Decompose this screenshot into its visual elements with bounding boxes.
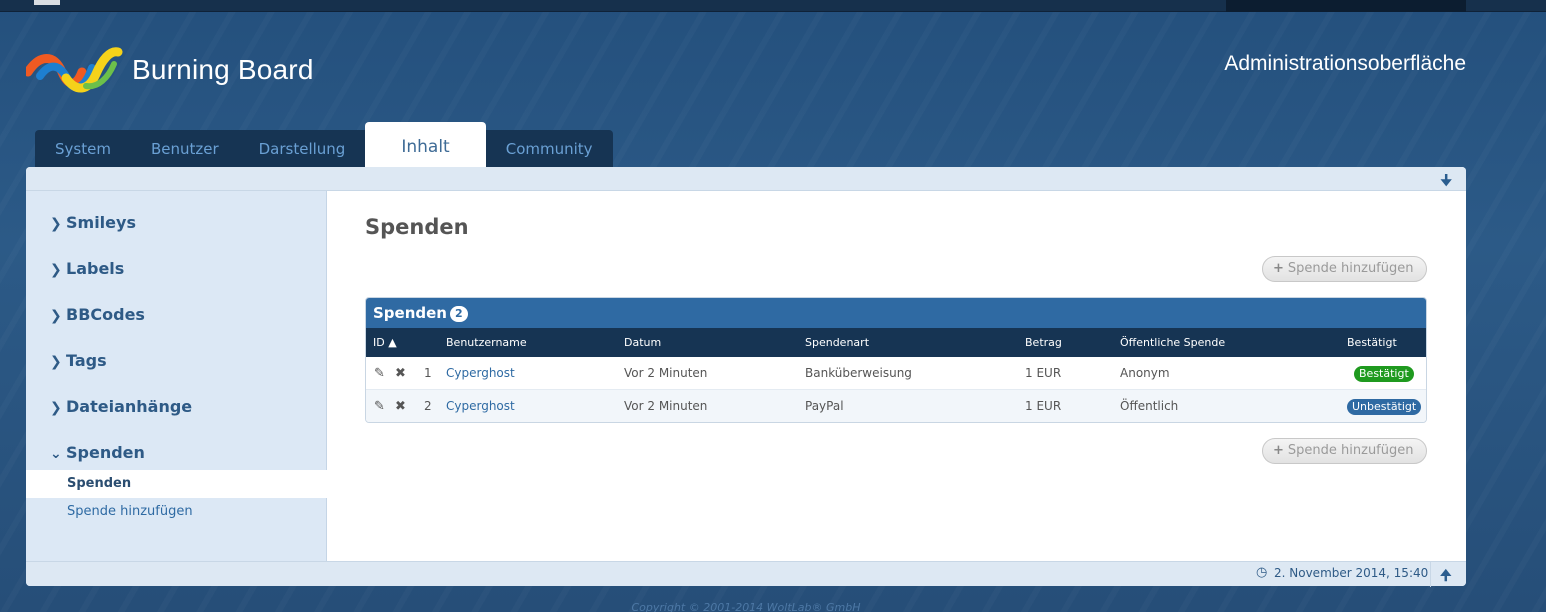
table-caption-label: Spenden [373, 304, 447, 322]
tab-system[interactable]: System [35, 130, 131, 167]
status-badge[interactable]: Bestätigt [1354, 366, 1414, 382]
plus-icon: + [1273, 443, 1284, 458]
column-header-id[interactable]: ID ▲ [373, 328, 397, 357]
cell-amount: 1 EUR [1025, 399, 1062, 413]
arrow-down-icon[interactable]: 🠋 [1440, 170, 1452, 194]
search-box[interactable] [1226, 0, 1466, 12]
cell-public: Öffentlich [1120, 399, 1179, 413]
donations-table: Spenden 2 ID ▲ Benutzername Datum Spenden… [365, 297, 1427, 423]
chevron-right-icon: ❯ [50, 400, 62, 416]
pencil-icon[interactable]: ✎ [374, 357, 385, 390]
logo-mark-icon [26, 47, 123, 93]
chevron-right-icon: ❯ [50, 262, 62, 278]
cross-icon[interactable]: ✖ [395, 390, 406, 422]
sidebar-item-label: Labels [66, 259, 125, 278]
cross-icon[interactable]: ✖ [395, 357, 406, 390]
copyright[interactable]: Copyright © 2001-2014 WoltLab® GmbH [0, 601, 1492, 612]
sidebar-item-smileys[interactable]: ❯ Smileys [50, 213, 136, 235]
sidebar-subitem-spenden[interactable]: Spenden [26, 470, 327, 498]
cell-amount: 1 EUR [1025, 366, 1062, 380]
top-bar [0, 0, 1546, 12]
sidebar-item-spenden[interactable]: ⌄ Spenden [50, 443, 145, 465]
column-header-betrag[interactable]: Betrag [1025, 328, 1062, 357]
cell-date: Vor 2 Minuten [624, 399, 708, 413]
column-header-datum[interactable]: Datum [624, 328, 661, 357]
sidebar-item-dateianhaenge[interactable]: ❯ Dateianhänge [50, 397, 192, 419]
chevron-right-icon: ❯ [50, 308, 62, 324]
sidebar-item-label: BBCodes [66, 305, 145, 324]
column-header-benutzername[interactable]: Benutzername [446, 328, 527, 357]
timestamp: 2. November 2014, 15:40 [1274, 566, 1429, 580]
cell-type: PayPal [805, 399, 844, 413]
cell-public: Anonym [1120, 366, 1170, 380]
sidebar-subitem-spende-hinzufuegen[interactable]: Spende hinzufügen [26, 498, 327, 526]
table-row: ✎ ✖ 2 Cyperghost Vor 2 Minuten PayPal 1 … [366, 390, 1426, 422]
cell-id: 2 [424, 399, 432, 413]
sidebar-item-labels[interactable]: ❯ Labels [50, 259, 124, 281]
tab-inhalt[interactable]: Inhalt [365, 122, 486, 167]
sidebar-item-label: Smileys [66, 213, 136, 232]
add-donation-button-label: Spende hinzufügen [1287, 443, 1414, 458]
clock-icon: ◷ [1256, 565, 1268, 580]
column-header-oeffentliche-spende[interactable]: Öffentliche Spende [1120, 328, 1225, 357]
pencil-icon[interactable]: ✎ [374, 390, 385, 422]
cell-user-link[interactable]: Cyperghost [446, 390, 515, 422]
logo[interactable]: Burning Board [26, 42, 346, 96]
chevron-right-icon: ❯ [50, 216, 62, 232]
add-donation-button[interactable]: + Spende hinzufügen [1262, 256, 1427, 282]
cell-date: Vor 2 Minuten [624, 366, 708, 380]
sidebar-item-tags[interactable]: ❯ Tags [50, 351, 107, 373]
column-header-bestaetigt[interactable]: Bestätigt [1347, 328, 1397, 357]
count-badge: 2 [449, 305, 468, 322]
panel-header: 🠋 [26, 167, 1466, 191]
cell-user-link[interactable]: Cyperghost [446, 357, 515, 390]
plus-icon: + [1273, 261, 1284, 276]
sidebar-item-bbcodes[interactable]: ❯ BBCodes [50, 305, 145, 327]
arrow-up-icon[interactable]: 🠉 [1440, 565, 1452, 589]
table-header: ID ▲ Benutzername Datum Spendenart Betra… [366, 328, 1426, 357]
cell-id: 1 [424, 366, 432, 380]
admin-title: Administrationsoberfläche [1224, 52, 1466, 75]
chevron-right-icon: ❯ [50, 354, 62, 370]
sidebar-item-label: Tags [66, 351, 107, 370]
tab-community[interactable]: Community [485, 130, 613, 167]
sort-asc-icon: ▲ [388, 336, 397, 349]
main-panel: 🠋 ❯ Smileys ❯ Labels ❯ BBCodes ❯ Tags ❯ Datei… [26, 167, 1466, 589]
add-donation-button-label: Spende hinzufügen [1287, 261, 1414, 276]
brand-name: Burning Board [132, 54, 314, 85]
page-title: Spenden [365, 215, 469, 239]
tab-darstellung[interactable]: Darstellung [238, 130, 366, 167]
tab-benutzer[interactable]: Benutzer [130, 130, 239, 167]
panel-footer: ◷ 2. November 2014, 15:40 🠉 [26, 561, 1466, 589]
column-header-spendenart[interactable]: Spendenart [805, 328, 869, 357]
main-navigation: System Benutzer Darstellung Inhalt Commu… [35, 122, 613, 167]
add-donation-button-bottom[interactable]: + Spende hinzufügen [1262, 438, 1427, 464]
table-caption: Spenden 2 [366, 298, 1426, 328]
table-row: ✎ ✖ 1 Cyperghost Vor 2 Minuten Banküberw… [366, 357, 1426, 390]
user-avatar[interactable] [34, 0, 60, 5]
footer-divider [1430, 562, 1431, 587]
sidebar: ❯ Smileys ❯ Labels ❯ BBCodes ❯ Tags ❯ Dateian… [26, 191, 327, 561]
status-badge[interactable]: Unbestätigt [1347, 399, 1422, 415]
cell-type: Banküberweisung [805, 366, 912, 380]
sidebar-item-label: Spenden [66, 443, 145, 462]
chevron-down-icon: ⌄ [50, 446, 62, 462]
sidebar-item-label: Dateianhänge [66, 397, 193, 416]
